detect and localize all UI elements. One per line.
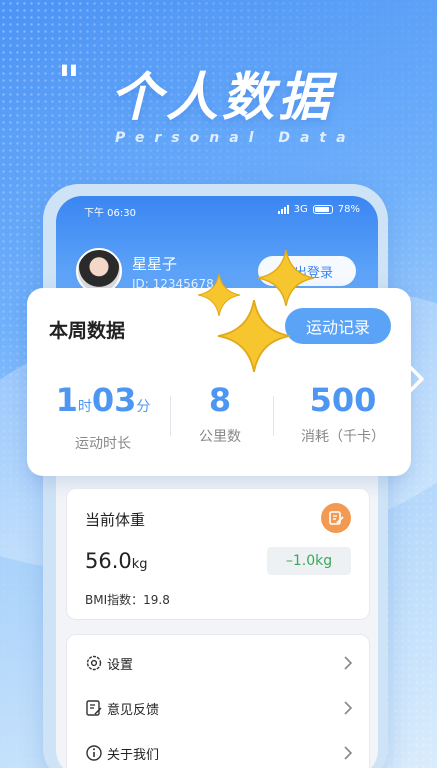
duration-hours-unit: 时: [77, 399, 92, 415]
user-name: 星星子: [132, 255, 178, 273]
exercise-record-button[interactable]: 运动记录: [285, 308, 391, 344]
sparkle-icon: [218, 300, 290, 372]
distance-value: 8: [208, 381, 232, 419]
gear-icon: [86, 655, 102, 671]
status-bar: 下午 06:30 3G 78%: [56, 204, 378, 222]
duration-hours: 1: [55, 381, 78, 419]
calories-label: 消耗（千卡）: [301, 429, 385, 445]
stat-distance: 8 公里数: [160, 380, 280, 446]
chevron-right-icon: [344, 656, 353, 670]
info-icon: [86, 745, 102, 761]
edit-glyph-icon: [329, 511, 344, 525]
weekly-title: 本周数据: [49, 320, 126, 342]
weight-unit: kg: [131, 557, 148, 572]
battery-icon: [312, 205, 333, 214]
current-weight-card: 当前体重 56.0kg –1.0kg BMI指数：19.8: [66, 488, 370, 620]
duration-minutes-unit: 分: [136, 399, 151, 415]
page-subheadline: Personal Data: [115, 130, 356, 146]
menu-item-about[interactable]: 关于我们: [67, 731, 369, 768]
signal-icon: [277, 205, 289, 214]
battery-level: 78%: [337, 204, 360, 215]
menu-label: 意见反馈: [107, 703, 160, 718]
weight-title: 当前体重: [85, 511, 146, 529]
menu-label: 设置: [107, 658, 134, 673]
status-right: 3G 78%: [277, 204, 360, 215]
duration-label: 运动时长: [75, 436, 131, 452]
menu-item-settings[interactable]: 设置: [67, 641, 369, 685]
weight-number: 56.0: [85, 549, 132, 573]
duration-minutes: 03: [91, 381, 137, 419]
menu-item-feedback[interactable]: 意见反馈: [67, 686, 369, 730]
chevron-right-icon: [406, 363, 424, 395]
menu-label: 关于我们: [107, 748, 160, 763]
bmi-text: BMI指数：19.8: [85, 593, 170, 607]
chevron-right-icon: [344, 746, 353, 760]
stat-calories: 500 消耗（千卡）: [283, 380, 403, 446]
edit-icon[interactable]: [321, 503, 351, 533]
page-headline: 个人数据: [110, 68, 335, 128]
feedback-icon: [86, 700, 102, 716]
weight-value: 56.0kg: [85, 549, 148, 573]
weight-change-badge: –1.0kg: [267, 547, 351, 575]
settings-menu-card: 设置 意见反馈 关于我们: [66, 634, 370, 768]
status-time: 下午 06:30: [84, 208, 136, 219]
stat-divider: [273, 396, 274, 436]
duration-value: 1时03分: [43, 380, 163, 427]
headline-quote: ": [58, 56, 80, 105]
stat-duration: 1时03分 运动时长: [43, 380, 163, 453]
sparkle-icon: [258, 250, 314, 306]
distance-label: 公里数: [199, 429, 241, 445]
network-type: 3G: [293, 204, 308, 215]
calories-value: 500: [309, 381, 377, 419]
chevron-right-icon: [344, 701, 353, 715]
